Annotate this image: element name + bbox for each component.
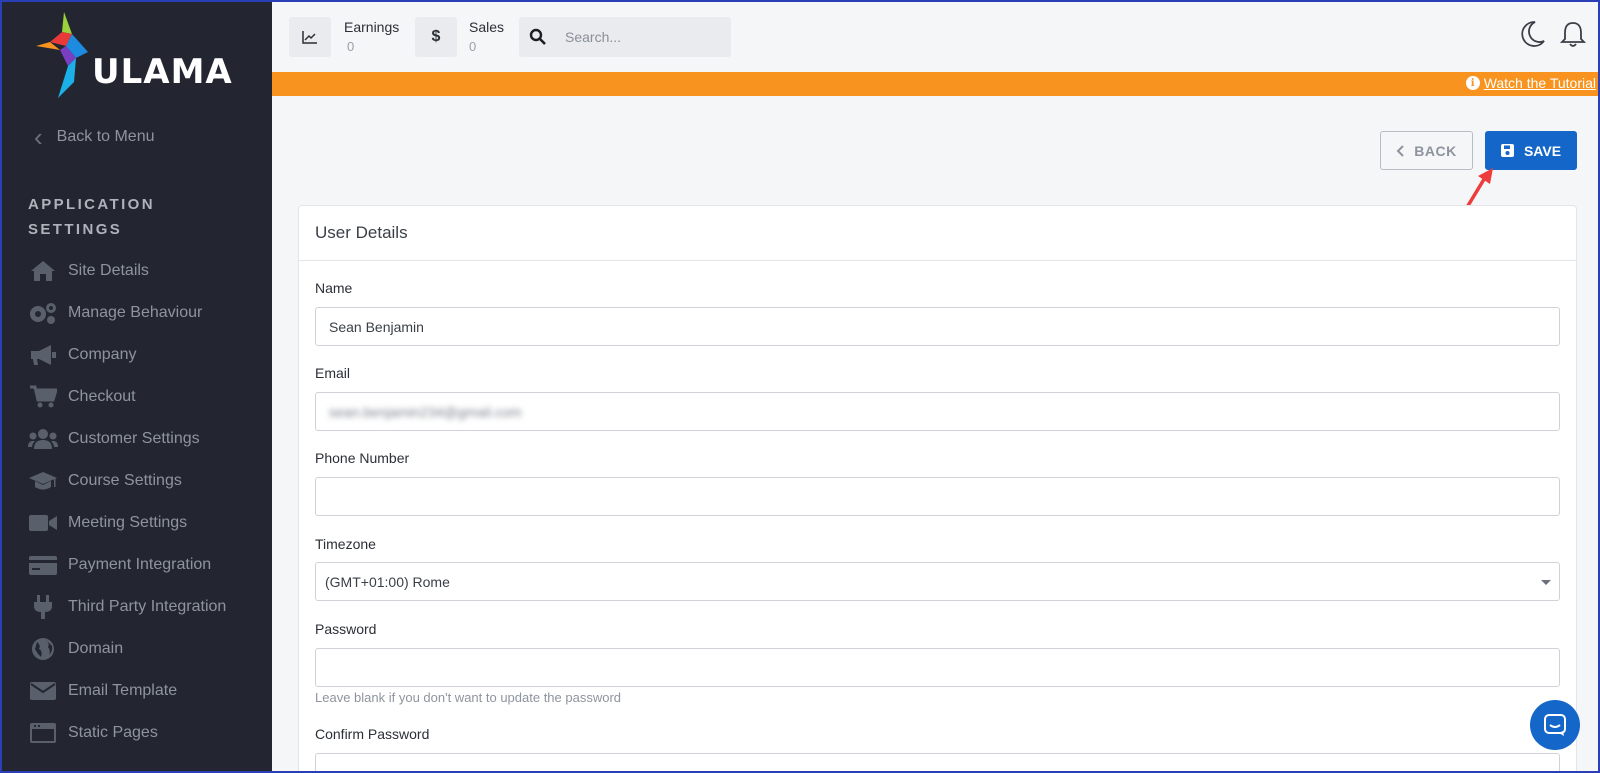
sidebar-item-email-template[interactable]: Email Template	[28, 670, 226, 712]
floppy-disk-icon	[1500, 144, 1514, 157]
users-icon	[28, 427, 58, 451]
timezone-select[interactable]: (GMT+01:00) Rome	[315, 562, 1560, 601]
sidebar-item-checkout[interactable]: Checkout	[28, 376, 226, 418]
globe-icon	[28, 637, 58, 661]
megaphone-icon	[28, 343, 58, 367]
sidebar-item-label: Meeting Settings	[68, 514, 188, 531]
watch-tutorial-label: Watch the Tutorial	[1483, 75, 1596, 91]
chat-launcher-button[interactable]	[1530, 700, 1580, 750]
dollar-icon[interactable]: $	[415, 17, 457, 57]
name-field[interactable]: Sean Benjamin	[315, 307, 1560, 346]
bird-logo-icon	[36, 12, 88, 98]
search-icon	[529, 28, 546, 45]
user-details-card: User Details Name Sean Benjamin Email se…	[298, 205, 1577, 773]
top-bar-actions	[1520, 20, 1587, 53]
sidebar-item-label: Payment Integration	[68, 556, 212, 573]
sidebar-item-label: Site Details	[68, 262, 149, 279]
search-input[interactable]	[565, 29, 715, 45]
top-bar: Earnings 0 $ Sales 0	[272, 0, 1600, 72]
sidebar-item-label: Third Party Integration	[68, 598, 227, 615]
sidebar-item-label: Static Pages	[68, 724, 158, 741]
save-button-label: SAVE	[1523, 142, 1562, 159]
sales-label: Sales	[469, 19, 505, 35]
sidebar-item-course-settings[interactable]: Course Settings	[28, 460, 226, 502]
sidebar-item-company[interactable]: Company	[28, 334, 226, 376]
back-to-menu-link[interactable]: ‹ Back to Menu	[34, 124, 155, 150]
password-field[interactable]	[315, 648, 1560, 687]
card-title: User Details	[299, 206, 1576, 261]
plug-icon	[28, 595, 58, 619]
cart-icon	[28, 385, 58, 409]
sidebar-item-domain[interactable]: Domain	[28, 628, 226, 670]
timezone-value: (GMT+01:00) Rome	[325, 573, 450, 590]
email-field[interactable]: sean.benjamin234@gmail.com	[315, 392, 1560, 431]
phone-label: Phone Number	[315, 450, 410, 466]
sidebar-item-label: Domain	[68, 640, 124, 657]
timezone-label: Timezone	[315, 536, 376, 552]
watch-tutorial-link[interactable]: i Watch the Tutorial	[1465, 75, 1596, 91]
sidebar-item-label: Course Settings	[68, 472, 182, 489]
sidebar-item-label: Email Template	[68, 682, 178, 699]
password-hint: Leave blank if you don't want to update …	[315, 690, 622, 705]
earnings-value: 0	[347, 39, 355, 54]
credit-card-icon	[28, 553, 58, 577]
notification-bell-icon[interactable]	[1559, 20, 1587, 53]
info-icon: i	[1465, 76, 1480, 90]
tutorial-banner: i Watch the Tutorial	[272, 72, 1600, 96]
sidebar-item-label: Customer Settings	[68, 430, 200, 447]
sidebar-item-third-party-integration[interactable]: Third Party Integration	[28, 586, 226, 628]
home-icon	[28, 259, 58, 283]
password-label: Password	[315, 621, 377, 637]
sidebar-item-label: Checkout	[68, 388, 136, 405]
window-icon	[28, 721, 58, 745]
chat-icon	[1544, 714, 1566, 736]
section-title-line2: SETTINGS	[28, 221, 123, 238]
settings-nav: Site Details Manage Behaviour Company Ch…	[28, 250, 226, 754]
video-icon	[28, 511, 58, 535]
save-button[interactable]: SAVE	[1485, 131, 1577, 170]
earnings-label: Earnings	[344, 19, 400, 35]
email-label: Email	[315, 365, 351, 381]
dropdown-caret-icon	[1541, 580, 1551, 585]
section-title: APPLICATION SETTINGS	[28, 192, 228, 242]
gears-icon	[28, 301, 58, 325]
search-box	[519, 17, 731, 57]
section-title-line1: APPLICATION	[28, 196, 155, 213]
sidebar: ULAMA ‹ Back to Menu APPLICATION SETTING…	[0, 0, 272, 773]
sidebar-item-customer-settings[interactable]: Customer Settings	[28, 418, 226, 460]
sidebar-item-payment-integration[interactable]: Payment Integration	[28, 544, 226, 586]
dark-mode-moon-icon[interactable]	[1520, 20, 1546, 53]
chevron-left-icon	[1396, 144, 1404, 157]
envelope-icon	[28, 679, 58, 703]
name-label: Name	[315, 280, 353, 296]
sales-value: 0	[469, 39, 477, 54]
sidebar-item-meeting-settings[interactable]: Meeting Settings	[28, 502, 226, 544]
sidebar-item-manage-behaviour[interactable]: Manage Behaviour	[28, 292, 226, 334]
confirm-password-label: Confirm Password	[315, 726, 430, 742]
graduation-cap-icon	[28, 469, 58, 493]
confirm-password-field[interactable]	[315, 753, 1560, 773]
brand-name: ULAMA	[92, 52, 233, 92]
back-button-label: BACK	[1414, 142, 1457, 159]
brand-logo[interactable]: ULAMA	[36, 12, 246, 100]
sidebar-item-site-details[interactable]: Site Details	[28, 250, 226, 292]
back-to-menu-label: Back to Menu	[56, 128, 155, 145]
email-value: sean.benjamin234@gmail.com	[329, 403, 522, 420]
earnings-chart-icon[interactable]	[289, 17, 331, 57]
sidebar-item-static-pages[interactable]: Static Pages	[28, 712, 226, 754]
name-value: Sean Benjamin	[329, 318, 424, 335]
sidebar-item-label: Manage Behaviour	[68, 304, 203, 321]
back-button[interactable]: BACK	[1380, 131, 1473, 170]
chevron-left-icon: ‹	[34, 122, 43, 152]
phone-number-field[interactable]	[315, 477, 1560, 516]
sidebar-item-label: Company	[68, 346, 137, 363]
